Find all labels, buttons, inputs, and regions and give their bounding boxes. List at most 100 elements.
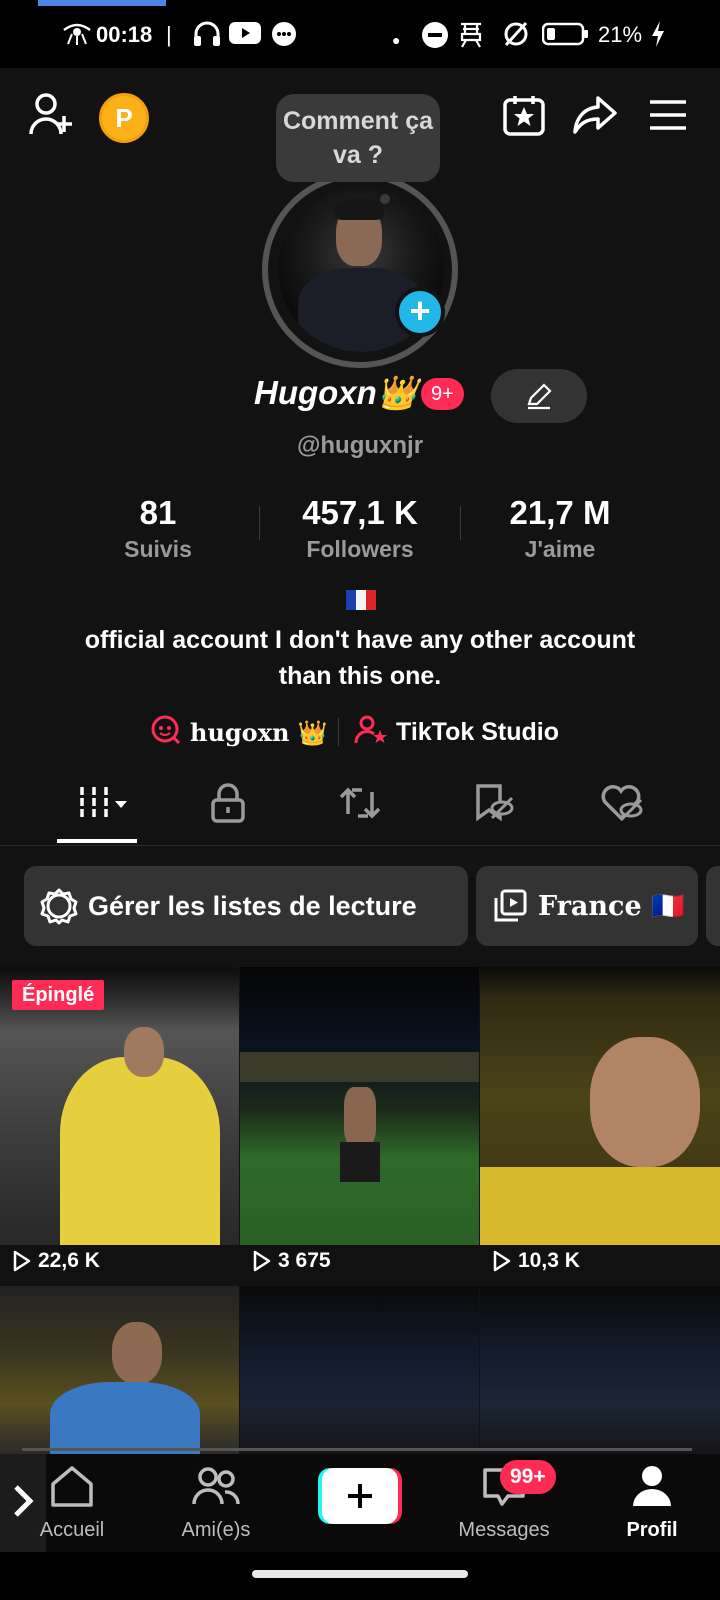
notification-badge[interactable]: 9+ xyxy=(421,378,464,410)
create-button[interactable] xyxy=(318,1468,402,1524)
nav-home[interactable]: Accueil xyxy=(12,1454,132,1552)
add-user-icon xyxy=(28,92,76,143)
stat-followers[interactable]: 457,1 K Followers xyxy=(270,494,450,563)
nav-friends[interactable]: Ami(e)s xyxy=(156,1454,276,1552)
tab-reposts[interactable] xyxy=(330,780,390,830)
thumbnail-jersey xyxy=(480,1167,720,1247)
nav-profile[interactable]: Profil xyxy=(592,1454,712,1552)
pinned-badge: Épinglé xyxy=(12,980,105,1010)
tab-videos[interactable] xyxy=(70,780,140,830)
stat-likes[interactable]: 21,7 M J'aime xyxy=(470,494,650,563)
lemon8-icon xyxy=(150,714,182,751)
thumbnail-hoodie xyxy=(50,1382,200,1454)
thumbnail-stands xyxy=(240,1052,479,1082)
edit-profile-button[interactable] xyxy=(491,369,587,423)
playlist-chip-label: France 🇫🇷 xyxy=(538,891,685,922)
stat-following[interactable]: 81 Suivis xyxy=(68,494,248,563)
messages-badge: 99+ xyxy=(500,1460,556,1494)
no-signal-icon xyxy=(502,20,530,55)
bookmark-hidden-icon xyxy=(472,782,516,829)
nav-label: Ami(e)s xyxy=(181,1519,251,1541)
nav-label: Messages xyxy=(458,1519,550,1541)
profile-icon xyxy=(630,1464,674,1513)
play-icon xyxy=(13,1250,31,1272)
stat-label: Suivis xyxy=(124,536,192,562)
chat-dots-icon xyxy=(270,20,298,55)
stat-value: 81 xyxy=(139,494,177,531)
thumbnail-jersey xyxy=(60,1057,220,1247)
linked-account-label: hugoxn 👑 xyxy=(190,718,328,747)
gear-icon xyxy=(40,887,78,925)
video-tile[interactable]: 22,6 K xyxy=(0,967,239,1285)
battery-level: 21% xyxy=(598,22,643,47)
status-app-icon xyxy=(458,20,484,55)
playlist-chip-france[interactable]: France 🇫🇷 xyxy=(476,866,698,946)
coins-button[interactable]: P xyxy=(99,93,149,143)
scroll-progress xyxy=(22,1448,692,1451)
home-indicator[interactable] xyxy=(252,1570,468,1578)
username-handle: @huguxnjr xyxy=(296,432,424,459)
link-divider xyxy=(338,718,339,746)
thumbnail-face xyxy=(124,1027,164,1077)
menu-button[interactable] xyxy=(648,98,688,137)
playlist-chip-more[interactable] xyxy=(706,866,720,946)
view-count-value: 3 675 xyxy=(278,1249,331,1272)
view-count: 10,3 K xyxy=(492,1249,580,1273)
heart-hidden-icon xyxy=(599,782,645,829)
tab-saved[interactable] xyxy=(464,780,524,830)
playlist-chips: Gérer les listes de lecture France 🇫🇷 xyxy=(0,866,720,946)
manage-playlists-button[interactable]: Gérer les listes de lecture xyxy=(24,866,468,946)
display-name: Hugoxn👑 xyxy=(254,374,418,411)
thumbnail-face xyxy=(590,1037,700,1167)
thumbnail-face xyxy=(112,1322,162,1384)
hamburger-icon xyxy=(648,98,688,137)
profile-links: hugoxn 👑 TikTok Studio xyxy=(0,712,720,752)
eye-icon xyxy=(62,20,92,53)
pencil-icon xyxy=(525,382,553,415)
status-accent-line xyxy=(38,0,166,6)
tab-private[interactable] xyxy=(198,780,258,830)
video-tile[interactable] xyxy=(0,1286,239,1454)
dnd-icon xyxy=(420,20,450,57)
thumbnail-player xyxy=(344,1087,376,1147)
video-tile[interactable] xyxy=(240,1286,479,1454)
lock-icon xyxy=(208,782,248,828)
stat-divider xyxy=(259,506,260,540)
repost-icon xyxy=(338,782,382,829)
grid-icon xyxy=(75,783,135,828)
calendar-star-icon xyxy=(502,94,546,141)
dot-icon: ● xyxy=(392,32,401,48)
status-time: 00:18 xyxy=(96,22,153,47)
avatar-hair xyxy=(334,198,384,220)
stat-value: 457,1 K xyxy=(302,494,418,531)
speech-bubble[interactable]: Comment ça va ? xyxy=(276,94,440,182)
video-tile[interactable]: 10,3 K xyxy=(480,967,720,1285)
video-tile[interactable]: 3 675 xyxy=(240,967,479,1285)
stat-value: 21,7 M xyxy=(509,494,611,531)
youtube-icon xyxy=(228,20,262,53)
stat-label: Followers xyxy=(306,536,414,562)
share-button[interactable] xyxy=(572,94,618,141)
view-count: 22,6 K xyxy=(12,1249,100,1273)
tab-liked[interactable] xyxy=(592,780,652,830)
stat-label: J'aime xyxy=(524,536,596,562)
coin-icon: P xyxy=(105,99,143,137)
stat-divider xyxy=(460,506,461,540)
thumbnail-shorts xyxy=(340,1142,380,1182)
video-tile[interactable] xyxy=(480,1286,720,1454)
favorites-button[interactable] xyxy=(502,94,546,141)
nav-label: Profil xyxy=(626,1519,678,1541)
add-story-button[interactable]: + xyxy=(395,287,445,337)
linked-account-link[interactable]: hugoxn 👑 xyxy=(150,714,328,751)
status-separator: | xyxy=(166,22,172,47)
tiktok-studio-link[interactable]: TikTok Studio xyxy=(354,714,559,751)
view-count-value: 10,3 K xyxy=(518,1249,580,1272)
charging-icon xyxy=(650,20,666,55)
user-star-icon xyxy=(354,714,388,751)
system-home-bar xyxy=(0,1552,720,1600)
speech-bubble-tail xyxy=(380,194,390,204)
add-friend-button[interactable] xyxy=(28,92,76,143)
french-flag-icon xyxy=(346,590,376,610)
playlist-icon xyxy=(492,888,528,924)
active-tab-indicator xyxy=(57,839,137,843)
